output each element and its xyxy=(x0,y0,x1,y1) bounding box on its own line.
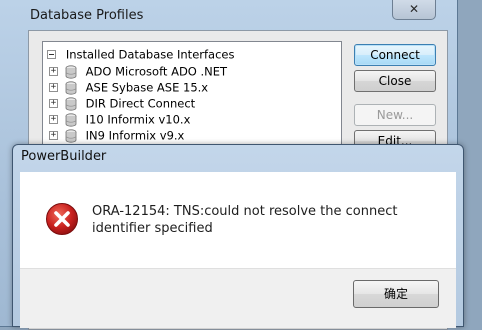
database-icon xyxy=(65,112,77,127)
database-interfaces-tree[interactable]: Installed Database Interfaces + ADO Micr… xyxy=(42,41,342,151)
tree-item-label: DIR Direct Connect xyxy=(85,96,196,111)
close-button[interactable]: Close xyxy=(354,70,436,92)
dialog-title: PowerBuilder xyxy=(21,149,107,164)
dialog-message-area: ORA-12154: TNS:could not resolve the con… xyxy=(20,172,456,268)
tree-item[interactable]: + IN9 Informix v9.x xyxy=(49,127,184,143)
error-message: ORA-12154: TNS:could not resolve the con… xyxy=(92,204,398,236)
ok-button[interactable]: 确定 xyxy=(353,280,439,308)
tree-item[interactable]: + ASE Sybase ASE 15.x xyxy=(49,79,208,95)
tree-item[interactable]: + I10 Informix v10.x xyxy=(49,111,190,127)
error-dialog: PowerBuilder ORA-12154: TNS:could not re… xyxy=(12,144,464,328)
tree-item-label: IN9 Informix v9.x xyxy=(85,128,185,143)
connect-button[interactable]: Connect xyxy=(354,44,436,66)
expand-icon[interactable]: + xyxy=(49,131,58,140)
window-close-button[interactable]: ✕ xyxy=(392,0,436,20)
database-icon xyxy=(65,96,77,111)
tree-root[interactable]: Installed Database Interfaces xyxy=(47,46,234,62)
tree-item-label: I10 Informix v10.x xyxy=(85,112,191,127)
tree-root-label: Installed Database Interfaces xyxy=(65,47,235,62)
error-icon xyxy=(46,203,78,235)
database-icon xyxy=(65,128,77,143)
database-icon xyxy=(65,80,77,95)
collapse-icon[interactable] xyxy=(47,50,56,59)
expand-icon[interactable]: + xyxy=(49,67,58,76)
expand-icon[interactable]: + xyxy=(49,83,58,92)
tree-item-label: ADO Microsoft ADO .NET xyxy=(85,64,228,79)
expand-icon[interactable]: + xyxy=(49,99,58,108)
tree-item[interactable]: + DIR Direct Connect xyxy=(49,95,195,111)
window-title: Database Profiles xyxy=(30,8,144,23)
tree-item-label: ASE Sybase ASE 15.x xyxy=(85,80,209,95)
database-icon xyxy=(65,64,77,79)
expand-icon[interactable]: + xyxy=(49,115,58,124)
tree-item[interactable]: + ADO Microsoft ADO .NET xyxy=(49,63,227,79)
new-button[interactable]: New... xyxy=(354,104,436,126)
